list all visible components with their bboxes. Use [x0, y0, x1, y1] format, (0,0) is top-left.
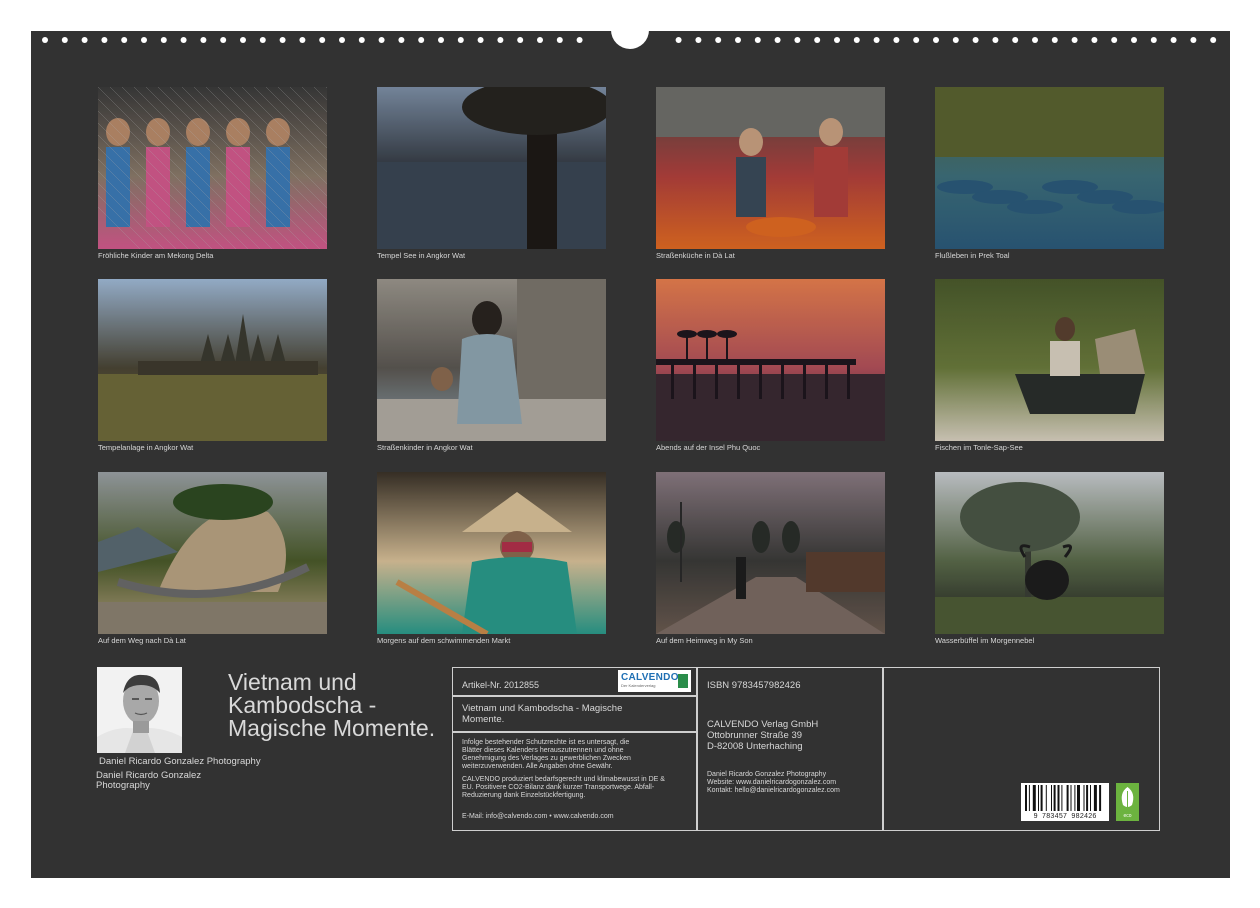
calvendo-logo: CALVENDO Der Kalenderverlag [618, 670, 691, 692]
photo-caption: Auf dem Weg nach Dà Lat [98, 636, 186, 645]
photo-temple [98, 279, 327, 441]
photo-road-walker [656, 472, 885, 634]
calendar-title-line1: Vietnam und [228, 671, 435, 694]
photo-caption: Flußleben in Prek Toal [935, 251, 1009, 260]
calendar-title: Vietnam und Kambodscha - Magische Moment… [228, 671, 435, 740]
photographer-portrait [97, 667, 182, 753]
legal-notice: Infolge bestehender Schutzrechte ist es … [462, 739, 631, 771]
photo-children-fence [98, 87, 327, 249]
photo-caption: Tempel See in Angkor Wat [377, 251, 465, 260]
contact-email: E-Mail: info@calvendo.com • www.calvendo… [462, 813, 614, 821]
climate-notice: CALVENDO produziert bedarfsgerecht und k… [462, 776, 665, 800]
calendar-title-line3: Magische Momente. [228, 717, 435, 740]
photo-market-hat [377, 472, 606, 634]
photographer-credit-3: Photography [96, 781, 150, 791]
photo-caption: Straßenküche in Dà Lat [656, 251, 735, 260]
photo-mountain-road [98, 472, 327, 634]
photo-lake-tree [377, 87, 606, 249]
barcode: 9 783457 982426 [1021, 783, 1109, 821]
barcode-number: 9 783457 982426 [1021, 813, 1109, 821]
photographer-contact: Daniel Ricardo Gonzalez Photography Webs… [707, 771, 840, 795]
photo-fishing-boat [935, 279, 1164, 441]
isbn: ISBN 9783457982426 [707, 680, 801, 691]
publisher-address: CALVENDO Verlag GmbH Ottobrunner Straße … [707, 719, 818, 752]
photo-caption: Fischen im Tonle-Sap-See [935, 443, 1023, 452]
calendar-title-line2: Kambodscha - [228, 694, 435, 717]
photo-caption: Morgens auf dem schwimmenden Markt [377, 636, 510, 645]
photo-caption: Auf dem Heimweg in My Son [656, 636, 753, 645]
article-number: Artikel-Nr. 2012855 [462, 680, 539, 690]
photo-caption: Tempelanlage in Angkor Wat [98, 443, 193, 452]
photo-caption: Abends auf der Insel Phu Quoc [656, 443, 760, 452]
photo-caption: Straßenkinder in Angkor Wat [377, 443, 473, 452]
photo-river-boats [935, 87, 1164, 249]
photo-street-kitchen [656, 87, 885, 249]
photo-buffalo-mist [935, 472, 1164, 634]
info-title: Vietnam und Kambodscha - Magische Moment… [462, 703, 622, 725]
calendar-back-page: Fröhliche Kinder am Mekong Delta Tempel S… [31, 31, 1230, 878]
eco-badge: eco [1116, 783, 1139, 821]
photo-caption: Wasserbüffel im Morgennebel [935, 636, 1034, 645]
photographer-credit: Daniel Ricardo Gonzalez Photography [99, 757, 261, 767]
calvendo-flag-icon [678, 674, 688, 688]
photo-sunset-pier [656, 279, 885, 441]
photo-caption: Fröhliche Kinder am Mekong Delta [98, 251, 213, 260]
photo-stone-children [377, 279, 606, 441]
leaf-icon [1116, 783, 1139, 813]
